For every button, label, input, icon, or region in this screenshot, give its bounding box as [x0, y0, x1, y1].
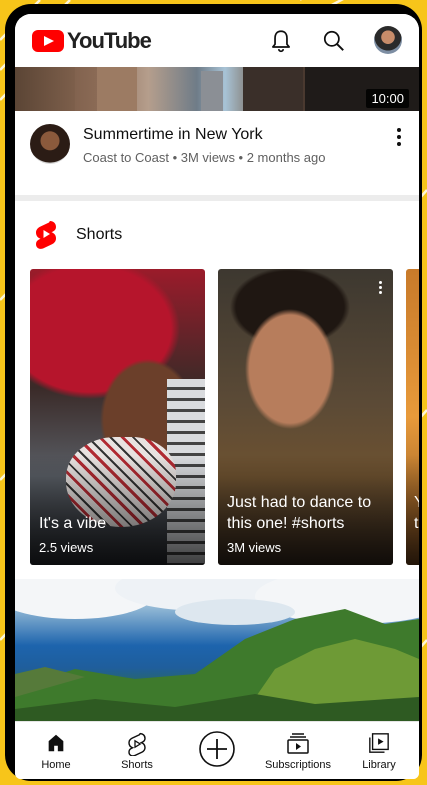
short-title: It's a vibe — [39, 515, 107, 532]
video-meta: Coast to Coast • 3M views • 2 months ago — [83, 150, 326, 165]
nav-item-shorts[interactable]: Shorts — [92, 722, 182, 779]
youtube-logo[interactable]: YouTube — [32, 28, 152, 54]
short-card[interactable]: Just had to dance to this one! #shorts 3… — [218, 269, 393, 565]
short-title-line: Just had to dance to — [227, 494, 372, 511]
shorts-icon — [128, 732, 146, 756]
create-icon — [199, 731, 235, 767]
app-screen: YouTube 10:00 Summertime in New York Coa… — [15, 14, 419, 779]
short-card-partial[interactable]: Y t — [406, 269, 419, 565]
bottom-navigation: Home Shorts Subscriptions Library — [15, 721, 419, 779]
section-divider — [15, 195, 419, 201]
short-card[interactable]: It's a vibe 2.5 views — [30, 269, 205, 565]
short-more-options-icon[interactable] — [379, 281, 382, 296]
short-title-line: t — [414, 515, 419, 532]
nav-label: Subscriptions — [264, 759, 332, 771]
landscape-scenery — [15, 609, 419, 727]
video-title[interactable]: Summertime in New York — [83, 126, 263, 144]
search-icon[interactable] — [321, 28, 347, 54]
nav-label: Shorts — [121, 759, 153, 771]
brand-name: YouTube — [67, 28, 152, 53]
channel-avatar[interactable] — [30, 124, 70, 164]
short-views: 3M views — [227, 540, 282, 555]
short-views: 2.5 views — [39, 540, 94, 555]
more-options-icon[interactable] — [397, 128, 401, 149]
shorts-section-title: Shorts — [76, 226, 123, 243]
nav-label: Library — [362, 759, 396, 771]
short-title-line: this one! #shorts — [227, 515, 345, 532]
nav-item-library[interactable]: Library — [333, 722, 419, 779]
youtube-play-icon — [32, 30, 64, 52]
nav-item-subscriptions[interactable]: Subscriptions — [253, 722, 343, 779]
library-icon — [369, 733, 389, 753]
shorts-section-header: Shorts — [15, 204, 419, 260]
video-thumbnail[interactable] — [15, 579, 419, 727]
subscriptions-icon — [287, 733, 309, 754]
top-app-bar: YouTube — [15, 14, 419, 67]
shorts-logo-icon — [36, 221, 56, 249]
bell-icon[interactable] — [268, 28, 294, 54]
account-avatar[interactable] — [374, 26, 402, 54]
video-thumbnail[interactable]: 10:00 — [15, 67, 419, 111]
nav-label: Home — [41, 759, 71, 771]
home-icon — [48, 734, 64, 752]
nav-item-create[interactable] — [172, 722, 262, 779]
video-info-row[interactable]: Summertime in New York Coast to Coast • … — [15, 111, 419, 197]
short-title-line: Y — [414, 492, 419, 513]
video-duration: 10:00 — [366, 89, 409, 108]
nav-item-home[interactable]: Home — [15, 722, 101, 779]
